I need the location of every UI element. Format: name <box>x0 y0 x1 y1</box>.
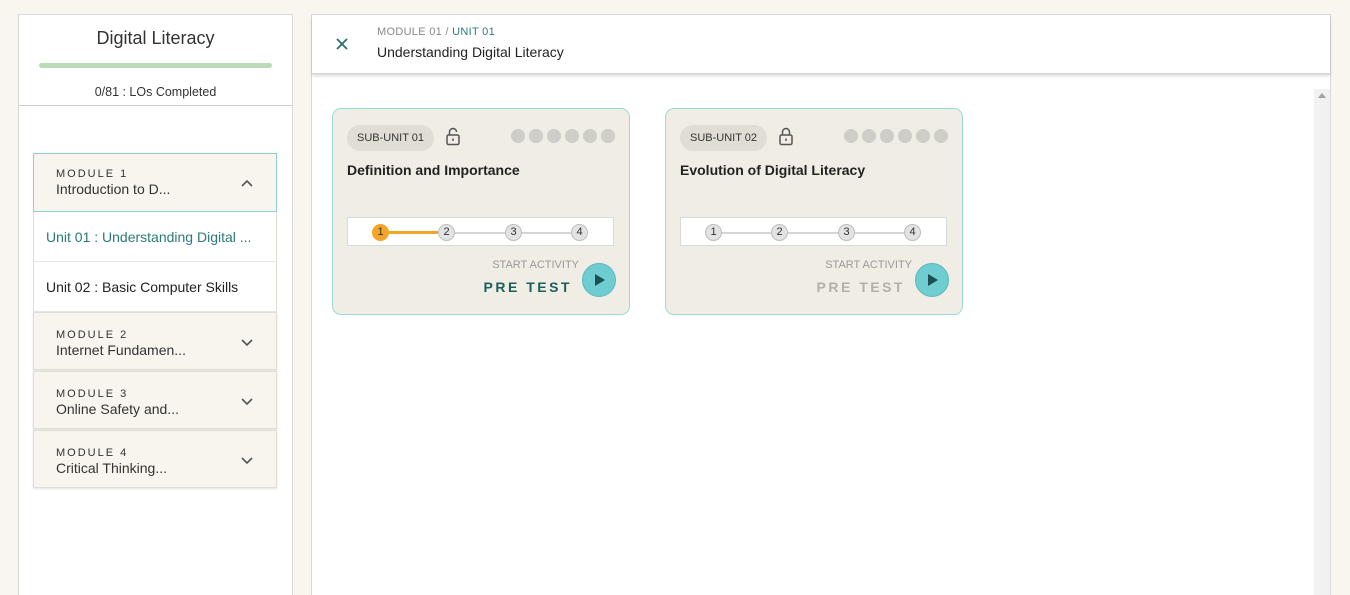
lo-dot <box>547 129 561 143</box>
module-name: Introduction to D... <box>56 181 171 197</box>
lo-status-dots <box>844 129 948 143</box>
step-3: 3 <box>505 224 522 241</box>
step-1: 1 <box>372 224 389 241</box>
page-title: Understanding Digital Literacy <box>377 44 564 60</box>
subunit-badge: SUB-UNIT 02 <box>680 125 768 151</box>
unit-header: MODULE 01 / UNIT 01 Understanding Digita… <box>312 15 1330 74</box>
locked-lock-icon <box>779 127 793 146</box>
module-number: MODULE 2 <box>56 329 129 341</box>
module-1-header[interactable]: MODULE 1 Introduction to D... <box>33 153 277 212</box>
module-2-header[interactable]: MODULE 2 Internet Fundamen... <box>33 312 277 370</box>
unit-content-panel: MODULE 01 / UNIT 01 Understanding Digita… <box>311 14 1331 595</box>
chevron-down-icon <box>241 457 253 465</box>
vertical-scrollbar[interactable] <box>1314 89 1330 595</box>
step-track <box>714 232 913 234</box>
module-name: Critical Thinking... <box>56 460 168 476</box>
module-3-header[interactable]: MODULE 3 Online Safety and... <box>33 371 277 429</box>
unit-item-02[interactable]: Unit 02 : Basic Computer Skills <box>33 262 277 312</box>
step-3: 3 <box>838 224 855 241</box>
start-activity-label: START ACTIVITY <box>825 259 912 271</box>
activity-name[interactable]: PRE TEST <box>484 279 572 295</box>
step-4: 4 <box>571 224 588 241</box>
lo-dot <box>529 129 543 143</box>
module-name: Internet Fundamen... <box>56 342 186 358</box>
module-number: MODULE 3 <box>56 388 129 400</box>
close-icon[interactable] <box>334 36 350 52</box>
course-progress-bar <box>39 63 272 68</box>
step-2: 2 <box>771 224 788 241</box>
lo-dot <box>844 129 858 143</box>
lo-dot <box>898 129 912 143</box>
step-1: 1 <box>705 224 722 241</box>
breadcrumb-module[interactable]: MODULE 01 <box>377 26 442 38</box>
breadcrumb-separator: / <box>445 26 449 38</box>
lo-dot <box>880 129 894 143</box>
scroll-up-arrow-icon[interactable] <box>1318 93 1326 98</box>
chevron-down-icon <box>241 339 253 347</box>
module-number: MODULE 1 <box>56 168 129 180</box>
module-list: MODULE 1 Introduction to D... Unit 01 : … <box>33 153 277 488</box>
course-sidebar: Digital Literacy 0/81 : LOs Completed MO… <box>18 14 293 595</box>
step-2: 2 <box>438 224 455 241</box>
breadcrumb-unit: UNIT 01 <box>452 26 495 38</box>
play-icon <box>595 274 605 286</box>
sidebar-divider <box>19 105 292 106</box>
lo-dot <box>862 129 876 143</box>
los-completed-count: 0/81 : LOs Completed <box>94 85 217 99</box>
step-4: 4 <box>904 224 921 241</box>
lo-dot <box>565 129 579 143</box>
module-number: MODULE 4 <box>56 447 129 459</box>
play-icon <box>928 274 938 286</box>
module-name: Online Safety and... <box>56 401 179 417</box>
subunit-badge: SUB-UNIT 01 <box>347 125 435 151</box>
subunit-title: Evolution of Digital Literacy <box>680 162 866 178</box>
step-progress: 1 2 3 4 <box>680 217 947 246</box>
start-activity-button[interactable] <box>582 263 616 297</box>
subunit-card[interactable]: SUB-UNIT 01 Definition and Importance 1 … <box>332 108 630 315</box>
lo-dot <box>511 129 525 143</box>
lo-dot <box>934 129 948 143</box>
breadcrumb: MODULE 01 / UNIT 01 <box>377 26 495 38</box>
unlocked-lock-icon <box>446 127 460 146</box>
activity-name[interactable]: PRE TEST <box>817 279 905 295</box>
unit-item-01[interactable]: Unit 01 : Understanding Digital ... <box>33 212 277 262</box>
chevron-up-icon <box>241 179 253 187</box>
lo-dot <box>916 129 930 143</box>
chevron-down-icon <box>241 398 253 406</box>
course-title: Digital Literacy <box>96 28 215 48</box>
module-4-header[interactable]: MODULE 4 Critical Thinking... <box>33 430 277 488</box>
lo-status-dots <box>511 129 615 143</box>
start-activity-label: START ACTIVITY <box>492 259 579 271</box>
lo-dot <box>583 129 597 143</box>
subunit-title: Definition and Importance <box>347 162 520 178</box>
subunit-card[interactable]: SUB-UNIT 02 Evolution of Digital Literac… <box>665 108 963 315</box>
lo-dot <box>601 129 615 143</box>
start-activity-button[interactable] <box>915 263 949 297</box>
step-progress: 1 2 3 4 <box>347 217 614 246</box>
